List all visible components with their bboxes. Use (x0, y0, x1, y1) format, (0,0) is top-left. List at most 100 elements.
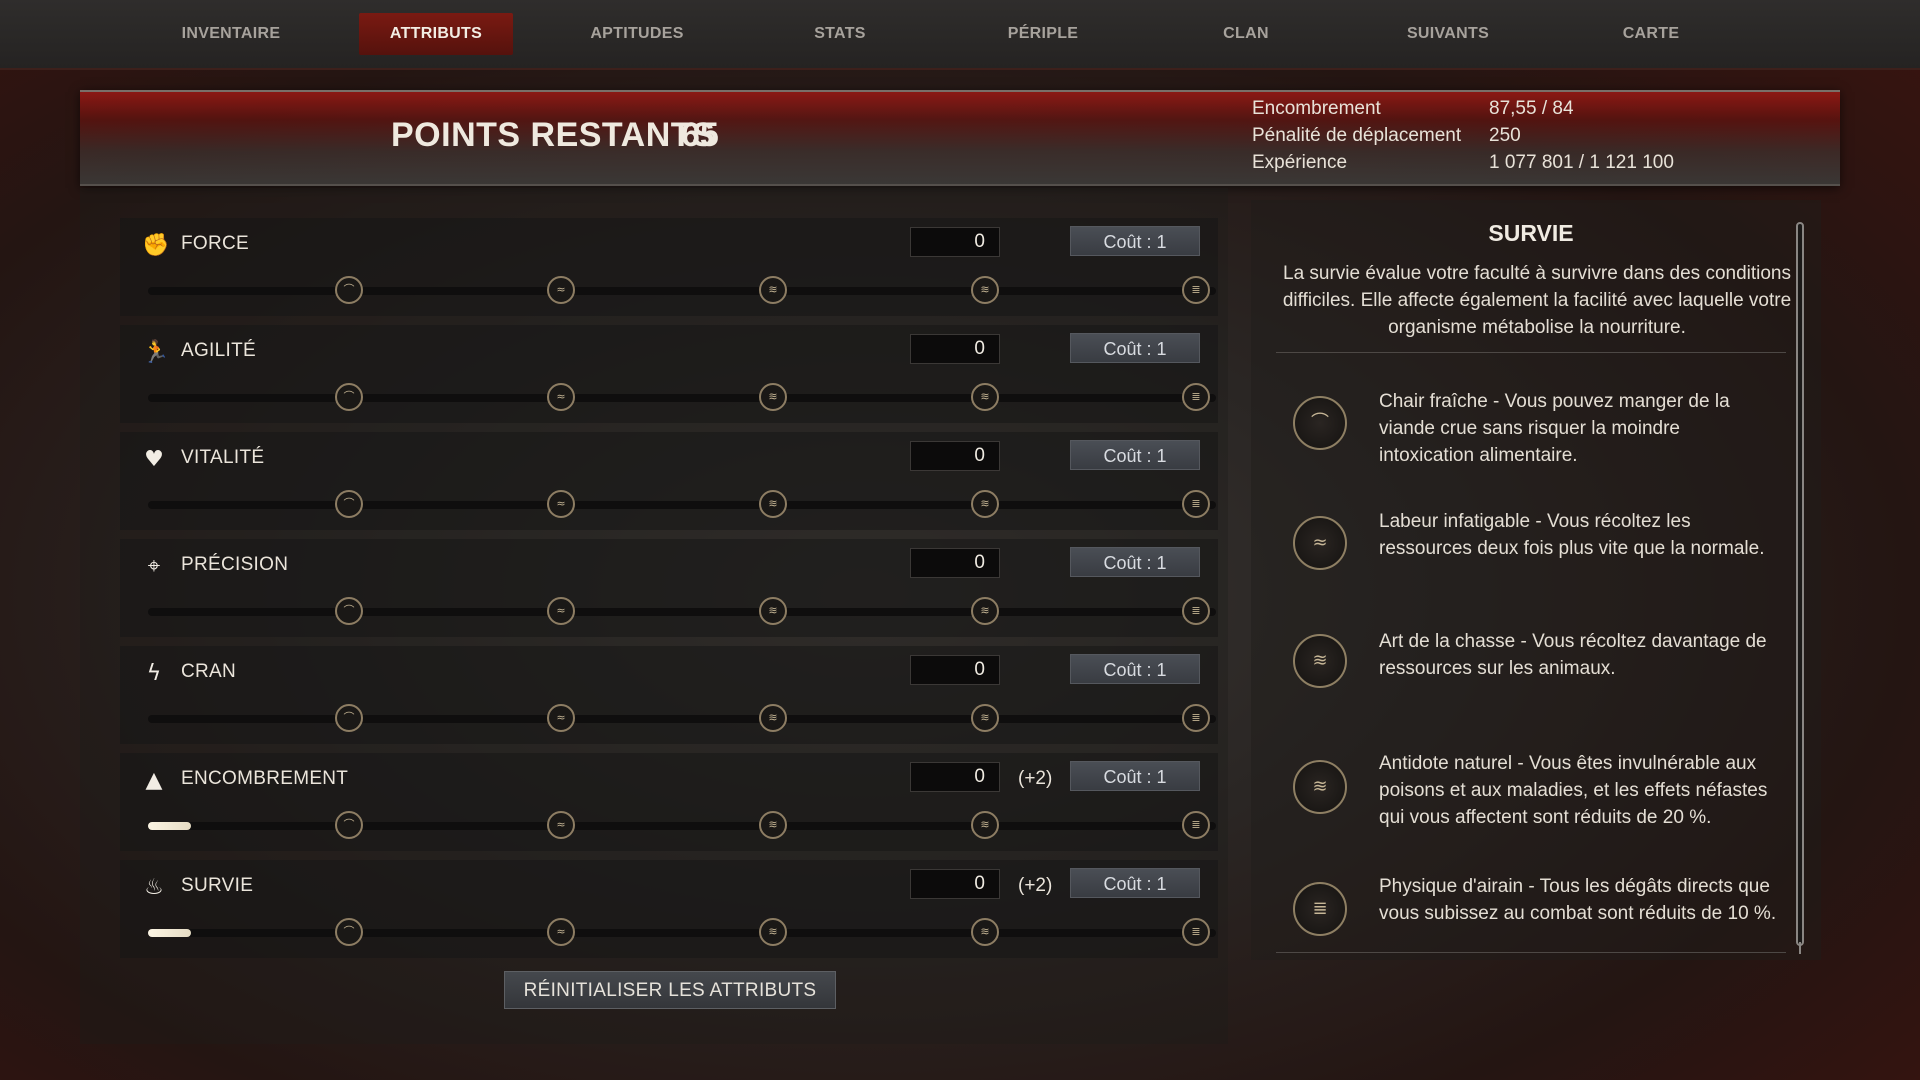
perk-description: Antidote naturel - Vous êtes invulnérabl… (1379, 753, 1768, 828)
perk-description: Labeur infatigable - Vous récoltez les r… (1379, 511, 1765, 559)
tab-clan[interactable]: CLAN (1186, 13, 1306, 55)
attribute-bonus: (+2) (1018, 875, 1053, 896)
attribute-points-input[interactable]: 0 (910, 548, 1000, 578)
perk-milestone-node-icon[interactable]: ≣ (1182, 276, 1210, 304)
attribute-name: PRÉCISION (181, 554, 289, 575)
tab-stats[interactable]: STATS (780, 13, 900, 55)
perk-milestone-node-icon[interactable]: ≣ (1182, 918, 1210, 946)
perk-milestone-node-icon[interactable]: ≣ (1182, 383, 1210, 411)
perk-milestone-node-icon[interactable]: ⌒ (335, 704, 363, 732)
perk-milestone-node-icon[interactable]: ≈ (547, 597, 575, 625)
perk-milestone-node-icon[interactable]: ≈ (547, 918, 575, 946)
attribute-points-input[interactable]: 0 (910, 441, 1000, 471)
encumbrance-label: Encombrement (1252, 98, 1381, 119)
attribute-points-input[interactable]: 0 (910, 869, 1000, 899)
perk-milestone-node-icon[interactable]: ≣ (1182, 704, 1210, 732)
perk-milestone-node-icon[interactable]: ≋ (971, 704, 999, 732)
perk-tier-2-icon: ≈ (1293, 516, 1347, 570)
attribute-row: ⌖ PRÉCISION 0 Coût : 1 ⌒ ≈ ≋ ≋ ≣ (120, 539, 1218, 637)
perk-milestone-node-icon[interactable]: ≈ (547, 383, 575, 411)
perk-milestone-node-icon[interactable]: ⌒ (335, 811, 363, 839)
attribute-progress-track: ⌒ ≈ ≋ ≋ ≣ (148, 918, 1216, 946)
perk-milestone-node-icon[interactable]: ≣ (1182, 811, 1210, 839)
perk-milestone-node-icon[interactable]: ⌒ (335, 490, 363, 518)
attribute-cost-button[interactable]: Coût : 1 (1070, 761, 1200, 791)
detail-description: La survie évalue votre faculté à survivr… (1282, 263, 1792, 338)
perk-milestone-node-icon[interactable]: ⌒ (335, 918, 363, 946)
tab-periple[interactable]: PÉRIPLE (983, 13, 1103, 55)
perk-milestone-node-icon[interactable]: ⌒ (335, 276, 363, 304)
perk-tier-1-icon: ⌒ (1293, 396, 1347, 450)
points-remaining-label: POINTS RESTANTS (391, 116, 716, 154)
perk-milestone-node-icon[interactable]: ≋ (759, 490, 787, 518)
perk-milestone-node-icon[interactable]: ≋ (971, 918, 999, 946)
perk-milestone-node-icon[interactable]: ≋ (759, 811, 787, 839)
perk-milestone-node-icon[interactable]: ≋ (971, 276, 999, 304)
attribute-points-input[interactable]: 0 (910, 655, 1000, 685)
perk-milestone-node-icon[interactable]: ≋ (971, 597, 999, 625)
perk-milestone-node-icon[interactable]: ≋ (759, 597, 787, 625)
attribute-progress-track: ⌒ ≈ ≋ ≋ ≣ (148, 811, 1216, 839)
perk-milestone-node-icon[interactable]: ⌒ (335, 383, 363, 411)
tab-carte[interactable]: CARTE (1591, 13, 1711, 55)
attribute-points-input[interactable]: 0 (910, 227, 1000, 257)
experience-value: 1 077 801 / 1 121 100 (1489, 152, 1674, 173)
attribute-row: 🏃 AGILITÉ 0 Coût : 1 ⌒ ≈ ≋ ≋ ≣ (120, 325, 1218, 423)
attribute-progress-fill (148, 929, 191, 937)
perk-tier-5-icon: ≣ (1293, 882, 1347, 936)
attribute-name: SURVIE (181, 875, 254, 896)
crosshair-icon: ⌖ (147, 554, 161, 579)
attribute-cost-button[interactable]: Coût : 1 (1070, 226, 1200, 256)
attribute-progress-track: ⌒ ≈ ≋ ≋ ≣ (148, 597, 1216, 625)
attribute-progress-track: ⌒ ≈ ≋ ≋ ≣ (148, 704, 1216, 732)
attribute-row: ♨ SURVIE 0 (+2) Coût : 1 ⌒ ≈ ≋ ≋ ≣ (120, 860, 1218, 958)
tab-attributs[interactable]: ATTRIBUTS (359, 13, 513, 55)
attribute-cost-button[interactable]: Coût : 1 (1070, 440, 1200, 470)
experience-label: Expérience (1252, 152, 1348, 173)
tab-suivants[interactable]: SUIVANTS (1388, 13, 1508, 55)
heart-icon: ♥ (144, 447, 164, 472)
reset-attributes-button[interactable]: RÉINITIALISER LES ATTRIBUTS (504, 971, 836, 1009)
attribute-points-input[interactable]: 0 (910, 762, 1000, 792)
tab-inventaire[interactable]: INVENTAIRE (171, 13, 291, 55)
attribute-row: ♥ VITALITÉ 0 Coût : 1 ⌒ ≈ ≋ ≋ ≣ (120, 432, 1218, 530)
attribute-cost-button[interactable]: Coût : 1 (1070, 333, 1200, 363)
perk-milestone-node-icon[interactable]: ≈ (547, 276, 575, 304)
perk-milestone-node-icon[interactable]: ≈ (547, 704, 575, 732)
attribute-cost-button[interactable]: Coût : 1 (1070, 868, 1200, 898)
perk-milestone-node-icon[interactable]: ≋ (759, 276, 787, 304)
perk-milestone-node-icon[interactable]: ≈ (547, 811, 575, 839)
scrollbar-end (1799, 942, 1801, 954)
perk-milestone-node-icon[interactable]: ≈ (547, 490, 575, 518)
perk-milestone-node-icon[interactable]: ≣ (1182, 490, 1210, 518)
perk-milestone-node-icon[interactable]: ≋ (971, 811, 999, 839)
perk-milestone-node-icon[interactable]: ≋ (971, 383, 999, 411)
perk-milestone-node-icon[interactable]: ≣ (1182, 597, 1210, 625)
perk-milestone-node-icon[interactable]: ≋ (759, 704, 787, 732)
attribute-cost-button[interactable]: Coût : 1 (1070, 654, 1200, 684)
perk-milestone-node-icon[interactable]: ≋ (759, 383, 787, 411)
attribute-name: AGILITÉ (181, 340, 256, 361)
perk-milestone-node-icon[interactable]: ≋ (971, 490, 999, 518)
attribute-progress-track: ⌒ ≈ ≋ ≋ ≣ (148, 276, 1216, 304)
perk-tier-4-icon: ≋ (1293, 760, 1347, 814)
divider (1276, 352, 1786, 353)
movement-penalty-label: Pénalité de déplacement (1252, 125, 1462, 146)
attribute-cost-button[interactable]: Coût : 1 (1070, 547, 1200, 577)
perk-milestone-node-icon[interactable]: ≋ (759, 918, 787, 946)
lightning-icon: ϟ (146, 661, 162, 686)
attribute-points-input[interactable]: 0 (910, 334, 1000, 364)
tab-aptitudes[interactable]: APTITUDES (577, 13, 697, 55)
perk-milestone-node-icon[interactable]: ⌒ (335, 597, 363, 625)
running-figure-icon: 🏃 (142, 340, 170, 365)
attribute-progress-track: ⌒ ≈ ≋ ≋ ≣ (148, 490, 1216, 518)
perk-description: Art de la chasse - Vous récoltez davanta… (1379, 631, 1767, 679)
detail-scrollbar[interactable] (1796, 222, 1804, 946)
attribute-name: VITALITÉ (181, 447, 265, 468)
attribute-bonus: (+2) (1018, 768, 1053, 789)
attribute-progress-fill (148, 822, 191, 830)
tab-bar: INVENTAIRE ATTRIBUTS APTITUDES STATS PÉR… (0, 0, 1920, 70)
attribute-row: ▲ ENCOMBREMENT 0 (+2) Coût : 1 ⌒ ≈ ≋ ≋ ≣ (120, 753, 1218, 851)
attribute-name: FORCE (181, 233, 249, 254)
attribute-progress-track: ⌒ ≈ ≋ ≋ ≣ (148, 383, 1216, 411)
